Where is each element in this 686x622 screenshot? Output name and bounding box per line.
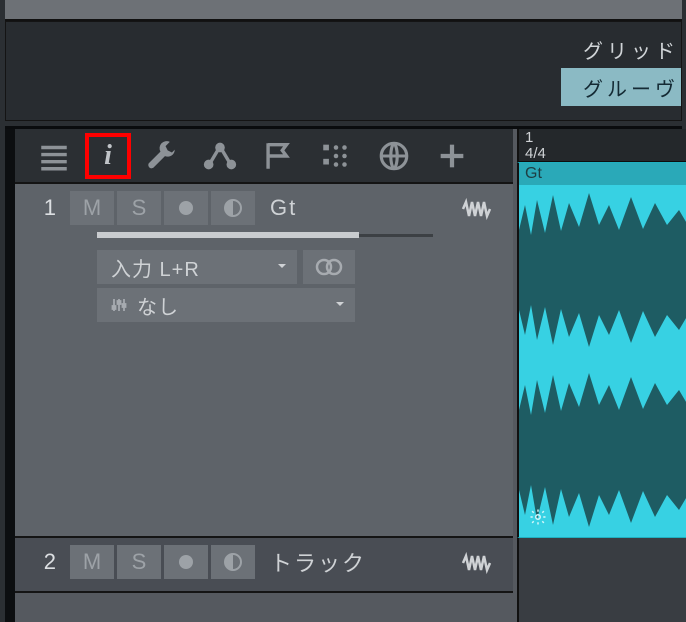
track-list: 1 M S Gt 入力 L+R xyxy=(15,184,513,593)
ruler-timesig: 4/4 xyxy=(525,145,546,162)
monitor-button[interactable] xyxy=(211,545,255,579)
mute-button[interactable]: M xyxy=(70,545,114,579)
chevron-down-icon xyxy=(275,256,289,279)
window-titlebar xyxy=(5,0,682,21)
solo-label: S xyxy=(132,195,147,221)
record-button[interactable] xyxy=(164,191,208,225)
tab-grid-label: グリッド xyxy=(583,35,679,64)
volume-slider-track xyxy=(359,234,433,237)
track-number: 1 xyxy=(15,195,70,221)
track-toolbar: i xyxy=(15,129,513,184)
main-area: i 1 M xyxy=(5,126,682,622)
waveform-icon[interactable] xyxy=(461,552,495,579)
arrange-empty[interactable] xyxy=(517,538,686,622)
automation-icon[interactable] xyxy=(191,128,249,183)
timeline-ruler[interactable]: 1 4/4 xyxy=(517,129,686,162)
tab-groove-label: グルーヴ xyxy=(583,73,679,102)
arrange-area: 1 4/4 Gt xyxy=(517,129,686,622)
track-row[interactable]: 1 M S Gt 入力 L+R xyxy=(15,184,513,538)
wrench-icon[interactable] xyxy=(133,128,191,183)
info-icon: i xyxy=(104,140,112,172)
sliders-icon xyxy=(111,297,127,313)
waveform-icon[interactable] xyxy=(461,198,495,225)
track-name: トラック xyxy=(270,546,366,578)
record-button[interactable] xyxy=(164,545,208,579)
gear-icon[interactable] xyxy=(529,508,547,531)
stereo-toggle[interactable] xyxy=(303,250,355,284)
track-name: Gt xyxy=(270,195,297,221)
left-gutter xyxy=(5,129,15,622)
track-row[interactable]: 2 M S トラック xyxy=(15,538,513,593)
globe-icon[interactable] xyxy=(365,128,423,183)
routing-label: なし xyxy=(137,291,179,320)
tab-groove[interactable]: グルーヴ xyxy=(561,68,681,106)
clip-waveform xyxy=(519,185,686,538)
volume-slider[interactable] xyxy=(97,232,359,238)
routing-dropdown[interactable]: なし xyxy=(97,288,355,322)
audio-clip[interactable]: Gt xyxy=(517,162,686,538)
mute-button[interactable]: M xyxy=(70,191,114,225)
chevron-down-icon xyxy=(333,294,347,317)
input-label: 入力 L+R xyxy=(111,253,200,282)
solo-button[interactable]: S xyxy=(117,191,161,225)
mute-label: M xyxy=(83,195,101,221)
tab-grid[interactable]: グリッド xyxy=(561,30,681,68)
grid-dots-icon[interactable] xyxy=(307,128,365,183)
input-dropdown[interactable]: 入力 L+R xyxy=(97,250,297,284)
monitor-button[interactable] xyxy=(211,191,255,225)
clip-name: Gt xyxy=(519,163,686,185)
solo-label: S xyxy=(132,549,147,575)
ruler-bar: 1 xyxy=(525,129,533,146)
plus-icon[interactable] xyxy=(423,128,481,183)
menu-icon[interactable] xyxy=(25,128,83,183)
solo-button[interactable]: S xyxy=(117,545,161,579)
track-number: 2 xyxy=(15,549,70,575)
flag-icon[interactable] xyxy=(249,128,307,183)
info-button[interactable]: i xyxy=(85,133,131,179)
top-panel: グリッド グルーヴ xyxy=(5,21,682,121)
mute-label: M xyxy=(83,549,101,575)
